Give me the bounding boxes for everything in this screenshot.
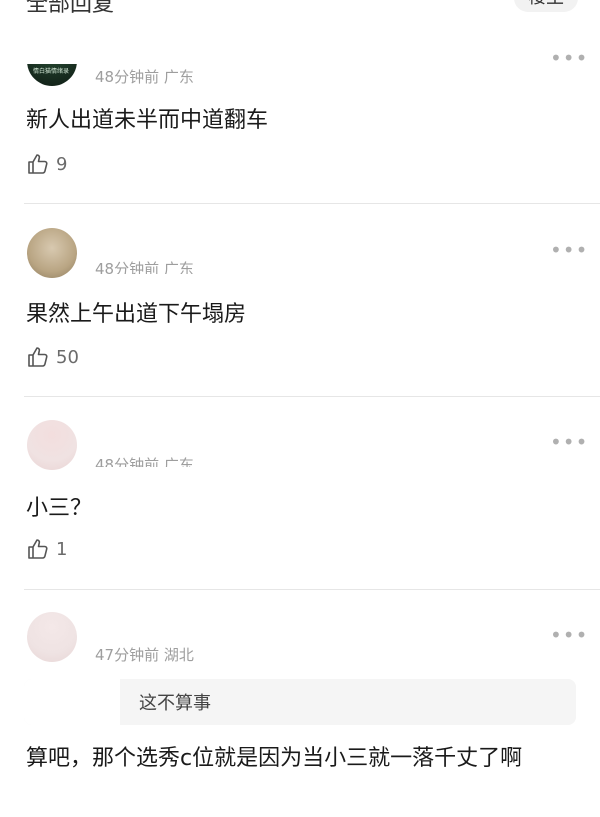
avatar-caption: 情白猫情绪录 <box>33 68 70 75</box>
comment-location: 广东 <box>163 456 194 467</box>
comment-meta: 48分钟前 广东 <box>95 258 194 274</box>
quoted-reply[interactable]: 这不算事 <box>24 679 576 725</box>
replies-title: 全部回复 <box>26 0 115 17</box>
comment-text: 果然上午出道下午塌房 <box>26 302 247 327</box>
comment-meta: 48分钟前 广东 <box>95 66 194 87</box>
avatar[interactable] <box>27 222 77 278</box>
comment-location: 广东 <box>163 260 194 274</box>
like-count: 9 <box>56 153 68 175</box>
like-count: 50 <box>56 346 79 368</box>
thumbs-up-icon <box>28 347 48 367</box>
thumbs-up-icon <box>28 154 48 174</box>
more-dots-icon[interactable]: ••• <box>550 432 587 452</box>
avatar-image <box>27 420 77 470</box>
more-dots-icon[interactable]: ••• <box>550 48 587 68</box>
comment-text: 算吧，那个选秀c位就是因为当小三就一落千丈了啊 <box>26 746 523 771</box>
avatar-image: 情白猫情绪录 <box>27 64 77 86</box>
avatar[interactable]: 情白猫情绪录 <box>27 64 77 86</box>
quoted-reply-text: 这不算事 <box>139 693 211 714</box>
op-filter-button[interactable]: 楼主 <box>514 0 578 12</box>
divider <box>24 589 600 590</box>
comment-location: 广东 <box>163 68 194 86</box>
comment-location: 湖北 <box>163 646 194 664</box>
like-count: 1 <box>56 538 68 560</box>
like-button[interactable]: 1 <box>26 537 67 561</box>
avatar[interactable] <box>27 414 77 470</box>
comment-text: 小三？ <box>26 496 93 521</box>
comment-text: 新人出道未半而中道翻车 <box>26 108 269 133</box>
comment-time: 47分钟前 <box>95 646 160 664</box>
comment-meta: 47分钟前 湖北 <box>95 644 194 665</box>
divider <box>24 396 600 397</box>
comment-time: 48分钟前 <box>95 260 160 274</box>
avatar[interactable] <box>27 606 77 662</box>
avatar-image <box>27 228 77 278</box>
like-button[interactable]: 9 <box>26 152 67 176</box>
like-button[interactable]: 50 <box>26 345 79 369</box>
divider <box>24 203 600 204</box>
comment-time: 48分钟前 <box>95 68 160 86</box>
more-dots-icon[interactable]: ••• <box>550 240 587 260</box>
avatar-image <box>27 612 77 662</box>
redacted-username <box>24 679 120 725</box>
comment-time: 48分钟前 <box>95 456 160 467</box>
comment-page: 全部回复 楼主 情白猫情绪录 48分钟前 广东 ••• 新人出道未半而中道翻车 … <box>0 0 600 817</box>
more-dots-icon[interactable]: ••• <box>550 625 587 645</box>
thumbs-up-icon <box>28 539 48 559</box>
top-header: 全部回复 楼主 <box>0 0 600 17</box>
comment-meta: 48分钟前 广东 <box>95 454 194 467</box>
